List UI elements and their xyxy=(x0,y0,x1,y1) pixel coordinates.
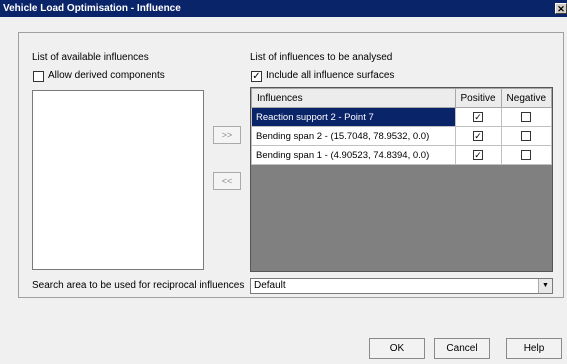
table-row[interactable]: Bending span 1 - (4.90523, 74.8394, 0.0)… xyxy=(251,145,553,165)
analysed-influences-heading: List of influences to be analysed xyxy=(250,52,393,63)
cancel-button[interactable]: Cancel xyxy=(434,338,490,359)
negative-checkbox[interactable] xyxy=(521,111,532,122)
influence-name[interactable]: Bending span 1 - (4.90523, 74.8394, 0.0) xyxy=(251,145,456,165)
column-header-positive[interactable]: Positive xyxy=(454,88,502,108)
add-influence-button[interactable]: >> xyxy=(213,126,241,144)
include-all-checkbox[interactable]: ✓ xyxy=(251,71,262,82)
positive-checkbox[interactable]: ✓ xyxy=(473,111,484,122)
influence-name[interactable]: Reaction support 2 - Point 7 xyxy=(251,107,456,127)
available-influences-list[interactable] xyxy=(32,90,204,270)
negative-checkbox[interactable] xyxy=(521,130,532,141)
negative-checkbox[interactable] xyxy=(521,149,532,160)
search-area-select[interactable]: Default ▼ xyxy=(250,278,553,294)
table-row[interactable]: Reaction support 2 - Point 7 ✓ xyxy=(251,107,553,127)
help-button[interactable]: Help xyxy=(506,338,562,359)
ok-button[interactable]: OK xyxy=(369,338,425,359)
available-influences-heading: List of available influences xyxy=(32,52,149,63)
search-area-value: Default xyxy=(254,280,286,291)
positive-checkbox[interactable]: ✓ xyxy=(473,149,484,160)
column-header-negative[interactable]: Negative xyxy=(500,88,553,108)
chevron-down-icon[interactable]: ▼ xyxy=(538,279,552,293)
title-bar: Vehicle Load Optimisation - Influence ✕ xyxy=(0,0,567,17)
allow-derived-label: Allow derived components xyxy=(48,70,165,81)
include-all-label: Include all influence surfaces xyxy=(266,70,395,81)
positive-checkbox[interactable]: ✓ xyxy=(473,130,484,141)
table-row[interactable]: Bending span 2 - (15.7048, 78.9532, 0.0)… xyxy=(251,126,553,146)
close-icon[interactable]: ✕ xyxy=(555,3,567,14)
column-header-influences[interactable]: Influences xyxy=(251,88,456,108)
allow-derived-checkbox[interactable] xyxy=(33,71,44,82)
remove-influence-button[interactable]: << xyxy=(213,172,241,190)
window-title: Vehicle Load Optimisation - Influence xyxy=(3,3,181,14)
search-area-label: Search area to be used for reciprocal in… xyxy=(32,280,245,291)
influences-grid: Influences Positive Negative Reaction su… xyxy=(250,87,553,272)
influence-name[interactable]: Bending span 2 - (15.7048, 78.9532, 0.0) xyxy=(251,126,456,146)
